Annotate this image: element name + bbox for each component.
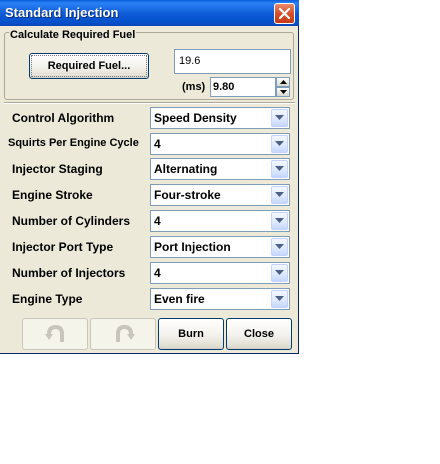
- required-fuel-button-label: Required Fuel...: [47, 60, 131, 72]
- dropdown-arrow[interactable]: [271, 212, 288, 230]
- select-value: Alternating: [154, 162, 218, 176]
- number-of-injectors-select[interactable]: 4: [150, 262, 290, 284]
- dropdown-arrow[interactable]: [271, 109, 288, 127]
- select-value: 4: [154, 214, 161, 228]
- select-value: Four-stroke: [154, 188, 221, 202]
- label-injector-port-type: Injector Port Type: [12, 240, 114, 254]
- group-legend: Calculate Required Fuel: [9, 29, 137, 41]
- label-squirts-per-engine-cycle: Squirts Per Engine Cycle: [8, 137, 139, 149]
- standard-injection-dialog: Standard Injection Calculate Required Fu…: [0, 0, 299, 354]
- dropdown-arrow[interactable]: [271, 160, 288, 178]
- close-button-label: Close: [244, 328, 274, 340]
- select-value: Speed Density: [154, 111, 237, 125]
- engine-type-select[interactable]: Even fire: [150, 288, 290, 310]
- spinner-up-button[interactable]: [276, 77, 290, 87]
- undo-button[interactable]: [22, 318, 88, 350]
- dropdown-arrow[interactable]: [271, 264, 288, 282]
- dropdown-arrow[interactable]: [271, 238, 288, 256]
- label-number-of-injectors: Number of Injectors: [12, 266, 126, 280]
- title-bar[interactable]: Standard Injection: [0, 0, 299, 26]
- ms-label: (ms): [182, 81, 206, 93]
- chevron-down-icon: [275, 192, 284, 197]
- dropdown-arrow[interactable]: [271, 290, 288, 308]
- label-number-of-cylinders: Number of Cylinders: [12, 214, 131, 228]
- select-value: Even fire: [154, 292, 205, 306]
- select-value: 4: [154, 266, 161, 280]
- injector-port-type-select[interactable]: Port Injection: [150, 236, 290, 258]
- window-close-button[interactable]: [274, 3, 295, 24]
- burn-button[interactable]: Burn: [158, 318, 224, 350]
- label-control-algorithm: Control Algorithm: [12, 111, 115, 125]
- required-fuel-button[interactable]: Required Fuel...: [29, 53, 149, 79]
- chevron-down-icon: [275, 296, 284, 301]
- chevron-up-icon: [280, 80, 287, 84]
- label-engine-stroke: Engine Stroke: [12, 188, 93, 202]
- burn-button-label: Burn: [178, 328, 204, 340]
- label-injector-staging: Injector Staging: [12, 162, 103, 176]
- injector-staging-select[interactable]: Alternating: [150, 158, 290, 180]
- label-engine-type: Engine Type: [12, 292, 83, 306]
- control-algorithm-select[interactable]: Speed Density: [150, 107, 290, 129]
- chevron-down-icon: [275, 270, 284, 275]
- redo-button[interactable]: [90, 318, 156, 350]
- spinner-down-button[interactable]: [276, 87, 290, 97]
- squirts-per-engine-cycle-select[interactable]: 4: [150, 133, 290, 155]
- required-fuel-field[interactable]: 19.6: [174, 49, 291, 74]
- close-icon: [278, 7, 291, 20]
- window-title: Standard Injection: [5, 5, 119, 20]
- engine-stroke-select[interactable]: Four-stroke: [150, 184, 290, 206]
- select-value: 4: [154, 137, 161, 151]
- chevron-down-icon: [275, 218, 284, 223]
- ms-spinner-field[interactable]: 9.80: [210, 77, 276, 97]
- dropdown-arrow[interactable]: [271, 135, 288, 153]
- select-value: Port Injection: [154, 240, 231, 254]
- number-of-cylinders-select[interactable]: 4: [150, 210, 290, 232]
- section-divider: [4, 102, 295, 104]
- chevron-down-icon: [275, 141, 284, 146]
- chevron-down-icon: [275, 166, 284, 171]
- close-button[interactable]: Close: [226, 318, 292, 350]
- chevron-down-icon: [275, 244, 284, 249]
- dropdown-arrow[interactable]: [271, 186, 288, 204]
- undo-arrow-icon: [45, 324, 64, 342]
- redo-arrow-icon: [116, 324, 135, 342]
- chevron-down-icon: [280, 90, 287, 94]
- chevron-down-icon: [275, 115, 284, 120]
